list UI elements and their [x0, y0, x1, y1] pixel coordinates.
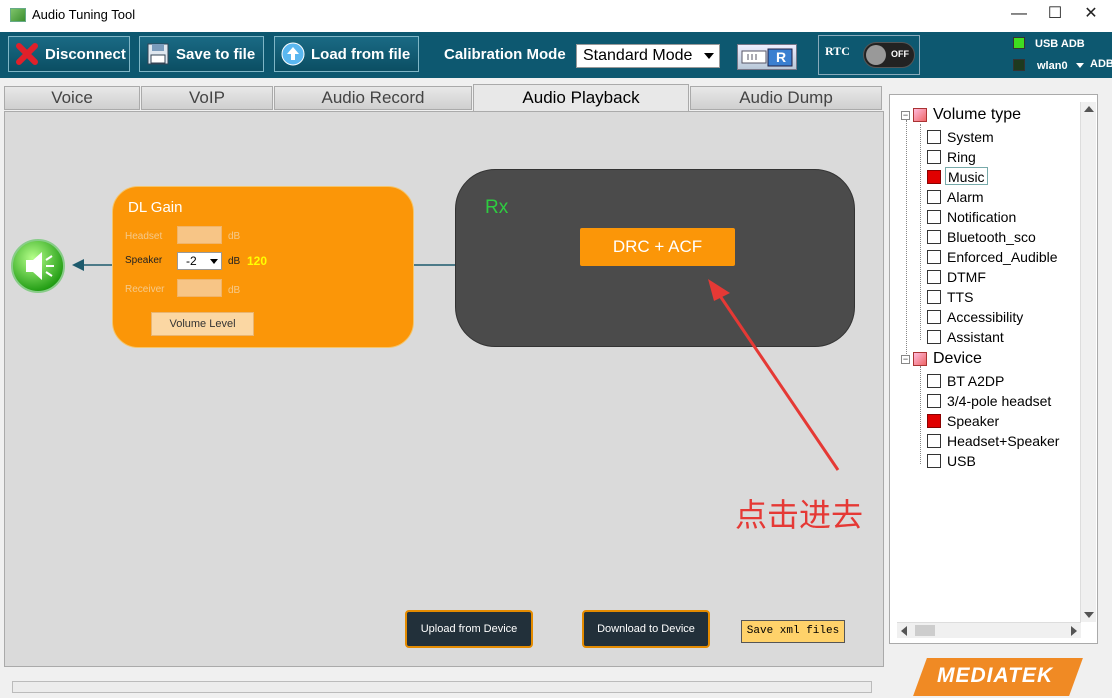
drc-acf-button[interactable]: DRC + ACF	[580, 228, 735, 266]
volume-item-system[interactable]: System	[947, 128, 994, 146]
annotation-arrow-icon	[708, 279, 840, 471]
tree-horizontal-scrollbar[interactable]	[897, 622, 1081, 638]
tree-line	[906, 120, 907, 360]
receiver-db-unit: dB	[228, 285, 241, 296]
volume-item-tts[interactable]: TTS	[947, 288, 973, 306]
notification-checkbox[interactable]	[927, 210, 941, 224]
upload-from-device-button[interactable]: Upload from Device	[405, 610, 533, 648]
headset-checkbox[interactable]	[927, 394, 941, 408]
rtc-toggle-state: OFF	[891, 49, 909, 59]
speaker-icon	[10, 238, 66, 294]
volume-item-dtmf[interactable]: DTMF	[947, 268, 986, 286]
device-item-usb[interactable]: USB	[947, 452, 976, 470]
device-item-headset[interactable]: 3/4-pole headset	[947, 392, 1051, 410]
usb-checkbox[interactable]	[927, 454, 941, 468]
scroll-thumb[interactable]	[915, 625, 935, 636]
headset-label: Headset	[125, 231, 163, 242]
chevron-down-icon	[210, 259, 218, 264]
tree-line	[920, 366, 921, 464]
receiver-gain-field	[177, 279, 222, 297]
tree-line	[920, 124, 921, 340]
volume-type-checkbox[interactable]	[913, 108, 927, 122]
device-item-headset-speaker[interactable]: Headset+Speaker	[947, 432, 1059, 450]
alarm-checkbox[interactable]	[927, 190, 941, 204]
dtmf-checkbox[interactable]	[927, 270, 941, 284]
volume-item-assistant[interactable]: Assistant	[947, 328, 1004, 346]
headset-db-unit: dB	[228, 231, 241, 242]
device-item-bt-a2dp[interactable]: BT A2DP	[947, 372, 1004, 390]
assistant-checkbox[interactable]	[927, 330, 941, 344]
scroll-up-icon[interactable]	[1084, 106, 1094, 112]
mediatek-logo-text: MEDIATEK	[937, 664, 1054, 687]
scroll-right-icon[interactable]	[1071, 626, 1077, 636]
volume-item-bluetooth-sco[interactable]: Bluetooth_sco	[947, 228, 1036, 246]
collapse-icon[interactable]: −	[901, 111, 910, 120]
annotation-text: 点击进去	[735, 497, 864, 533]
volume-item-alarm[interactable]: Alarm	[947, 188, 984, 206]
ring-checkbox[interactable]	[927, 150, 941, 164]
download-to-device-button[interactable]: Download to Device	[582, 610, 710, 648]
system-checkbox[interactable]	[927, 130, 941, 144]
volume-item-enforced-audible[interactable]: Enforced_Audible	[947, 248, 1058, 266]
usb-adb-indicator	[1013, 37, 1025, 49]
headset-gain-field	[177, 226, 222, 244]
speaker-checkbox[interactable]	[927, 414, 941, 428]
speaker-level-value: 120	[247, 254, 268, 268]
dl-gain-title: DL Gain	[128, 199, 183, 216]
volume-item-accessibility[interactable]: Accessibility	[947, 308, 1023, 326]
volume-item-ring[interactable]: Ring	[947, 148, 976, 166]
volume-item-music[interactable]: Music	[945, 167, 988, 185]
scroll-left-icon[interactable]	[901, 626, 907, 636]
progress-bar	[12, 681, 872, 693]
volume-level-button[interactable]: Volume Level	[151, 312, 254, 336]
speaker-gain-value: -2	[186, 254, 197, 268]
wlan0-indicator	[1013, 59, 1025, 71]
speaker-db-unit: dB	[228, 256, 241, 267]
save-xml-files-button[interactable]: Save xml files	[741, 620, 845, 643]
wlan0-label: wlan0	[1037, 60, 1068, 72]
accessibility-checkbox[interactable]	[927, 310, 941, 324]
rx-title: Rx	[485, 197, 509, 218]
close-button[interactable]: ✕	[1068, 0, 1112, 30]
volume-item-notification[interactable]: Notification	[947, 208, 1016, 226]
music-checkbox[interactable]	[927, 170, 941, 184]
speaker-gain-select[interactable]: -2	[177, 252, 222, 270]
volume-type-label: Volume type	[933, 106, 1022, 123]
device-checkbox[interactable]	[913, 352, 927, 366]
usb-adb-label: USB ADB	[1035, 38, 1085, 50]
bluetooth-sco-checkbox[interactable]	[927, 230, 941, 244]
scroll-down-icon[interactable]	[1084, 612, 1094, 618]
receiver-label: Receiver	[125, 284, 165, 295]
tts-checkbox[interactable]	[927, 290, 941, 304]
collapse-icon[interactable]: −	[901, 355, 910, 364]
enforced-audible-checkbox[interactable]	[927, 250, 941, 264]
tree-vertical-scrollbar[interactable]	[1080, 102, 1096, 622]
device-item-speaker[interactable]: Speaker	[947, 412, 999, 430]
bt-a2dp-checkbox[interactable]	[927, 374, 941, 388]
speaker-label: Speaker	[125, 255, 163, 266]
device-label: Device	[933, 350, 982, 367]
wlan-dropdown-icon[interactable]	[1076, 63, 1084, 68]
adb-label: ADB	[1090, 58, 1112, 70]
headset-speaker-checkbox[interactable]	[927, 434, 941, 448]
